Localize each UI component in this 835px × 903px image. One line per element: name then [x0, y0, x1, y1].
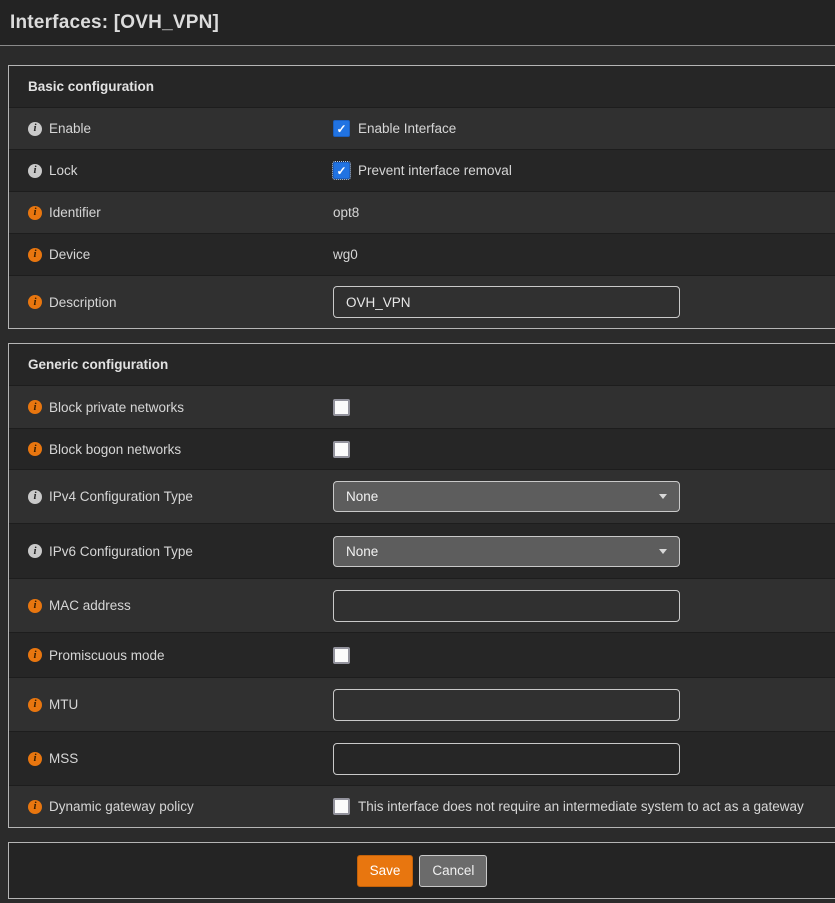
info-icon[interactable]: i — [28, 206, 42, 220]
section-header-generic: Generic configuration — [9, 344, 835, 385]
field-label: Lock — [49, 163, 78, 178]
cancel-button[interactable]: Cancel — [419, 855, 487, 887]
row-description: i Description — [9, 275, 835, 328]
field-label: Promiscuous mode — [49, 648, 165, 663]
row-block-bogon-networks: i Block bogon networks — [9, 428, 835, 469]
info-icon[interactable]: i — [28, 544, 42, 558]
row-ipv6-configuration-type: i IPv6 Configuration Type None — [9, 523, 835, 578]
row-mss: i MSS — [9, 731, 835, 785]
field-label: Enable — [49, 121, 91, 136]
info-icon[interactable]: i — [28, 295, 42, 309]
row-promiscuous-mode: i Promiscuous mode — [9, 632, 835, 677]
description-input[interactable] — [333, 286, 680, 318]
field-label: IPv6 Configuration Type — [49, 544, 193, 559]
field-label: Description — [49, 295, 117, 310]
field-label: Block bogon networks — [49, 442, 181, 457]
info-icon[interactable]: i — [28, 800, 42, 814]
mac-address-input[interactable] — [333, 590, 680, 622]
info-icon[interactable]: i — [28, 698, 42, 712]
dynamic-gateway-policy-checkbox[interactable] — [333, 798, 350, 815]
caret-down-icon — [659, 494, 667, 499]
block-private-networks-checkbox[interactable] — [333, 399, 350, 416]
field-label: MTU — [49, 697, 78, 712]
row-identifier: i Identifier opt8 — [9, 191, 835, 233]
field-label: Dynamic gateway policy — [49, 799, 194, 814]
info-icon[interactable]: i — [28, 400, 42, 414]
info-icon[interactable]: i — [28, 490, 42, 504]
ipv4-configuration-type-select[interactable]: None — [333, 481, 680, 512]
promiscuous-mode-checkbox[interactable] — [333, 647, 350, 664]
row-lock: i Lock ✓ Prevent interface removal — [9, 149, 835, 191]
field-label: Block private networks — [49, 400, 184, 415]
row-mtu: i MTU — [9, 677, 835, 731]
info-icon[interactable]: i — [28, 442, 42, 456]
info-icon[interactable]: i — [28, 599, 42, 613]
checkbox-label: This interface does not require an inter… — [358, 799, 804, 814]
section-title: Basic configuration — [28, 79, 154, 94]
form-actions-panel: Save Cancel — [8, 842, 835, 899]
checkbox-label: Enable Interface — [358, 121, 456, 136]
info-icon[interactable]: i — [28, 122, 42, 136]
field-label: MAC address — [49, 598, 131, 613]
select-value: None — [346, 544, 378, 559]
info-icon[interactable]: i — [28, 648, 42, 662]
device-value: wg0 — [333, 247, 358, 262]
row-block-private-networks: i Block private networks — [9, 385, 835, 428]
row-ipv4-configuration-type: i IPv4 Configuration Type None — [9, 469, 835, 523]
page-title: Interfaces: [OVH_VPN] — [10, 12, 219, 34]
ipv6-configuration-type-select[interactable]: None — [333, 536, 680, 567]
checkbox-label: Prevent interface removal — [358, 163, 512, 178]
check-icon: ✓ — [336, 123, 346, 135]
row-enable: i Enable ✓ Enable Interface — [9, 107, 835, 149]
row-device: i Device wg0 — [9, 233, 835, 275]
generic-configuration-panel: Generic configuration i Block private ne… — [8, 343, 835, 828]
section-header-basic: Basic configuration — [9, 66, 835, 107]
select-value: None — [346, 489, 378, 504]
field-label: Device — [49, 247, 90, 262]
field-label: MSS — [49, 751, 78, 766]
caret-down-icon — [659, 549, 667, 554]
check-icon: ✓ — [336, 165, 346, 177]
save-button[interactable]: Save — [357, 855, 414, 887]
basic-configuration-panel: Basic configuration i Enable ✓ Enable In… — [8, 65, 835, 329]
page-header: Interfaces: [OVH_VPN] — [0, 0, 835, 46]
identifier-value: opt8 — [333, 205, 359, 220]
enable-checkbox[interactable]: ✓ — [333, 120, 350, 137]
row-mac-address: i MAC address — [9, 578, 835, 632]
info-icon[interactable]: i — [28, 164, 42, 178]
field-label: IPv4 Configuration Type — [49, 489, 193, 504]
section-title: Generic configuration — [28, 357, 168, 372]
info-icon[interactable]: i — [28, 752, 42, 766]
field-label: Identifier — [49, 205, 101, 220]
info-icon[interactable]: i — [28, 248, 42, 262]
lock-checkbox[interactable]: ✓ — [333, 162, 350, 179]
row-dynamic-gateway-policy: i Dynamic gateway policy This interface … — [9, 785, 835, 827]
mtu-input[interactable] — [333, 689, 680, 721]
mss-input[interactable] — [333, 743, 680, 775]
block-bogon-networks-checkbox[interactable] — [333, 441, 350, 458]
